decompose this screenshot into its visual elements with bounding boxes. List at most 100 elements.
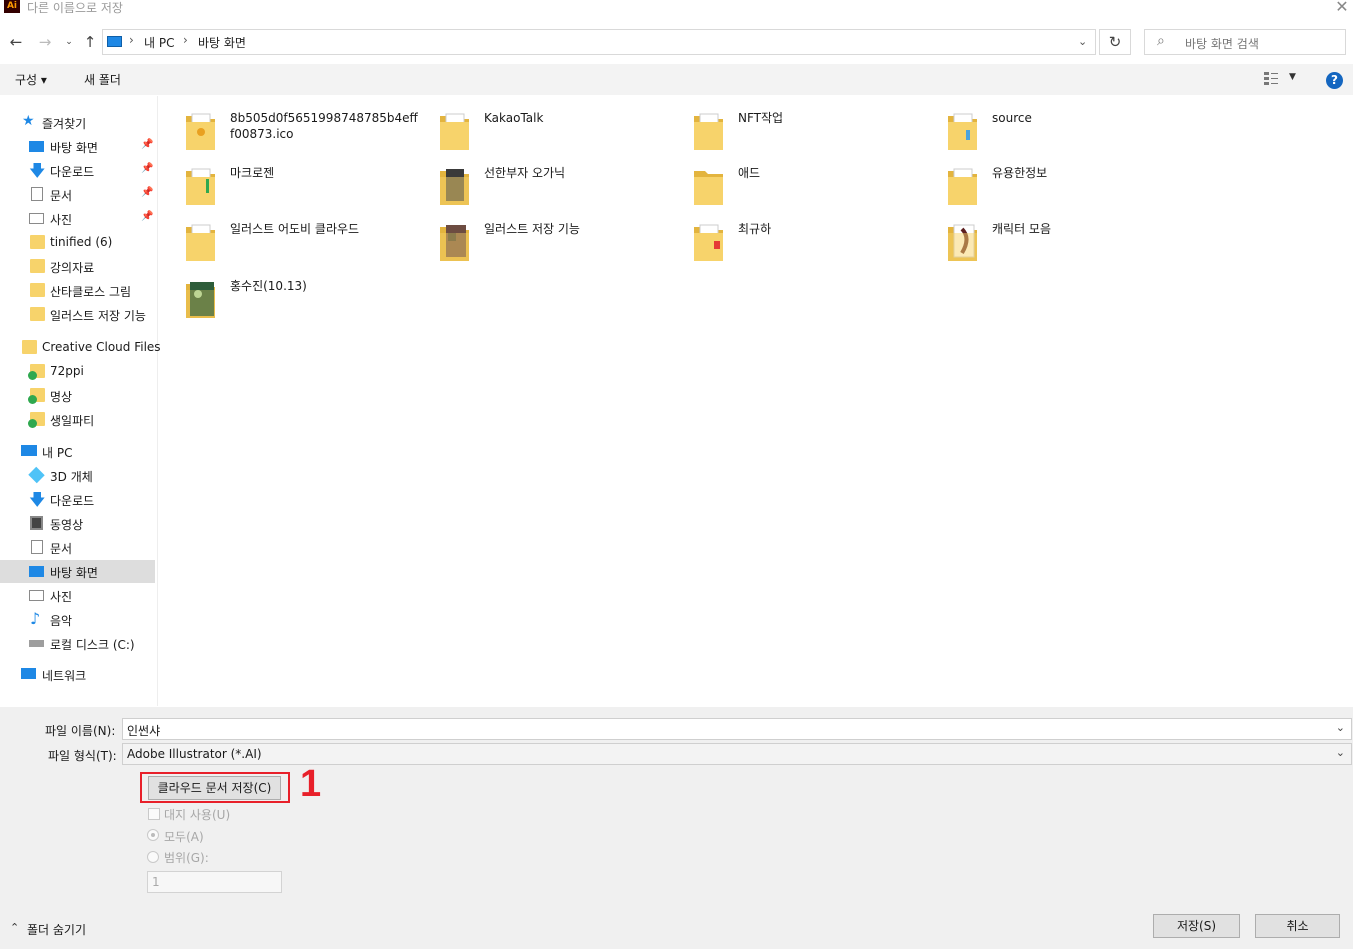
sidebar-item-label: 동영상 xyxy=(50,518,84,532)
folder-icon xyxy=(440,113,469,150)
title-bar: Ai 다른 이름으로 저장 ✕ xyxy=(0,0,1353,16)
sidebar-item-label: 명상 xyxy=(50,390,73,404)
sidebar-item-pictures-pc[interactable]: 사진 xyxy=(0,584,155,607)
view-dropdown-icon[interactable]: ▼ xyxy=(1289,72,1296,82)
sidebar-item-label: 바탕 화면 xyxy=(50,566,98,580)
search-box[interactable]: ⌕ 바탕 화면 검색 xyxy=(1144,29,1346,55)
sidebar-item-local-disk[interactable]: 로컬 디스크 (C:) xyxy=(0,632,155,655)
sidebar-item-lecture-materials[interactable]: 강의자료 xyxy=(0,255,155,278)
all-label: 모두(A) xyxy=(164,830,204,844)
network-icon xyxy=(21,668,36,679)
sidebar-item-label: 생일파티 xyxy=(50,414,95,428)
sidebar-label: Creative Cloud Files xyxy=(42,340,161,354)
folder-name: KakaoTalk xyxy=(484,111,544,125)
sidebar-creative-cloud[interactable]: Creative Cloud Files xyxy=(0,336,161,359)
view-options-icon[interactable] xyxy=(1263,70,1279,86)
recent-locations-chevron-icon[interactable]: ⌄ xyxy=(58,30,80,54)
chevron-up-icon[interactable]: ⌃ xyxy=(10,921,19,934)
sidebar-item-documents[interactable]: 문서 📌 xyxy=(0,183,155,206)
sidebar-item-pictures[interactable]: 사진 📌 xyxy=(0,207,155,230)
sidebar-item-illustrator-save[interactable]: 일러스트 저장 기능 xyxy=(0,303,155,326)
sidebar-item-santa-drawing[interactable]: 산타클로스 그림 xyxy=(0,279,155,302)
sidebar-network[interactable]: 네트워크 xyxy=(0,663,155,686)
refresh-icon[interactable]: ↻ xyxy=(1099,29,1131,55)
folder-item[interactable]: 선한부자 오가닉 xyxy=(438,165,678,215)
address-bar[interactable]: › 내 PC › 바탕 화면 ⌄ xyxy=(102,29,1096,55)
sidebar-item-label: 바탕 화면 xyxy=(50,141,98,155)
breadcrumb-desktop[interactable]: 바탕 화면 xyxy=(198,34,246,51)
folder-name: 홍수진(10.13) xyxy=(230,279,307,293)
folder-icon xyxy=(30,283,45,297)
cancel-button[interactable]: 취소 xyxy=(1255,914,1340,938)
sidebar-item-downloads[interactable]: 🡇 다운로드 📌 xyxy=(0,159,155,182)
document-icon xyxy=(31,540,43,554)
folder-name: 선한부자 오가닉 xyxy=(484,166,566,180)
folder-icon xyxy=(30,307,45,321)
document-icon xyxy=(31,187,43,201)
back-arrow-icon[interactable]: ← xyxy=(5,30,27,54)
up-arrow-icon[interactable]: ↑ xyxy=(79,30,101,54)
sidebar-item-birthday-party[interactable]: 생일파티 xyxy=(0,408,155,431)
sidebar-item-documents-pc[interactable]: 문서 xyxy=(0,536,155,559)
use-artboards-checkbox[interactable] xyxy=(148,808,160,820)
folder-item[interactable]: 애드 xyxy=(692,165,932,215)
folder-item[interactable]: source xyxy=(946,110,1186,160)
video-icon xyxy=(30,516,43,530)
help-icon[interactable]: ? xyxy=(1326,72,1343,89)
folder-icon xyxy=(30,235,45,249)
chevron-down-icon[interactable]: ⌄ xyxy=(1336,746,1345,759)
download-arrow-icon: 🡇 xyxy=(29,161,46,180)
new-folder-button[interactable]: 새 폴더 xyxy=(84,71,121,88)
sidebar-item-tinified[interactable]: tinified (6) xyxy=(0,231,155,254)
sidebar-this-pc[interactable]: 내 PC xyxy=(0,440,155,463)
sidebar-item-videos[interactable]: 동영상 xyxy=(0,512,155,535)
filename-value: 인썬샤 xyxy=(127,724,161,738)
filename-input[interactable]: 인썬샤 ⌄ xyxy=(122,718,1352,740)
command-bar: 구성 ▾ 새 폴더 ▼ xyxy=(0,64,1353,95)
sidebar-quick-access[interactable]: ★ 즐겨찾기 xyxy=(0,111,155,134)
folder-name: 일러스트 어도비 클라우드 xyxy=(230,222,360,236)
folder-name: NFT작업 xyxy=(738,111,784,125)
folder-item[interactable]: KakaoTalk xyxy=(438,110,678,160)
sidebar-item-music[interactable]: ♪ 음악 xyxy=(0,608,155,631)
folder-item[interactable]: NFT작업 xyxy=(692,110,932,160)
sidebar-item-72ppi[interactable]: 72ppi xyxy=(0,360,155,383)
forward-arrow-icon[interactable]: → xyxy=(34,30,56,54)
chevron-down-icon[interactable]: ⌄ xyxy=(1078,35,1087,48)
hide-folders-toggle[interactable]: 폴더 숨기기 xyxy=(27,921,86,938)
organize-button[interactable]: 구성 ▾ xyxy=(15,71,47,88)
folder-item[interactable]: 캐릭터 모음 xyxy=(946,221,1186,271)
breadcrumb-this-pc[interactable]: 내 PC xyxy=(144,34,174,51)
filetype-select[interactable]: Adobe Illustrator (*.AI) ⌄ xyxy=(122,743,1352,765)
sidebar-item-label: 3D 개체 xyxy=(50,470,93,484)
all-radio[interactable] xyxy=(147,829,159,841)
range-radio[interactable] xyxy=(147,851,159,863)
chevron-down-icon[interactable]: ⌄ xyxy=(1336,721,1345,734)
save-button[interactable]: 저장(S) xyxy=(1153,914,1240,938)
pin-icon: 📌 xyxy=(141,187,154,198)
sidebar-item-meditation[interactable]: 명상 xyxy=(0,384,155,407)
save-cloud-document-button[interactable]: 클라우드 문서 저장(C) xyxy=(148,776,281,800)
file-item[interactable]: 8b505d0f5651998748785b4efff00873.ico xyxy=(184,110,424,160)
sidebar-item-downloads-pc[interactable]: 🡇 다운로드 xyxy=(0,488,155,511)
folder-icon xyxy=(694,171,723,205)
folder-item[interactable]: 일러스트 저장 기능 xyxy=(438,221,678,271)
sidebar-item-3d-objects[interactable]: 3D 개체 xyxy=(0,464,155,487)
drive-icon xyxy=(29,640,44,647)
sidebar-item-desktop-pc[interactable]: 바탕 화면 xyxy=(0,560,155,583)
folder-item[interactable]: 홍수진(10.13) xyxy=(184,278,424,328)
use-artboards-label: 대지 사용(U) xyxy=(164,808,231,822)
chevron-right-icon: › xyxy=(183,33,188,47)
sidebar-item-label: 문서 xyxy=(50,542,73,556)
range-input[interactable]: 1 xyxy=(147,871,282,893)
sidebar-item-desktop[interactable]: 바탕 화면 📌 xyxy=(0,135,155,158)
folder-item[interactable]: 최규하 xyxy=(692,221,932,271)
folder-item[interactable]: 일러스트 어도비 클라우드 xyxy=(184,221,424,271)
folder-item[interactable]: 유용한정보 xyxy=(946,165,1186,215)
sidebar-label: 즐겨찾기 xyxy=(42,117,87,131)
folder-icon xyxy=(948,224,977,261)
close-icon[interactable]: ✕ xyxy=(1334,0,1350,16)
folder-item[interactable]: 마크로젠 xyxy=(184,165,424,215)
sidebar-item-label: 로컬 디스크 (C:) xyxy=(50,638,135,652)
sidebar-label: 네트워크 xyxy=(42,669,87,683)
